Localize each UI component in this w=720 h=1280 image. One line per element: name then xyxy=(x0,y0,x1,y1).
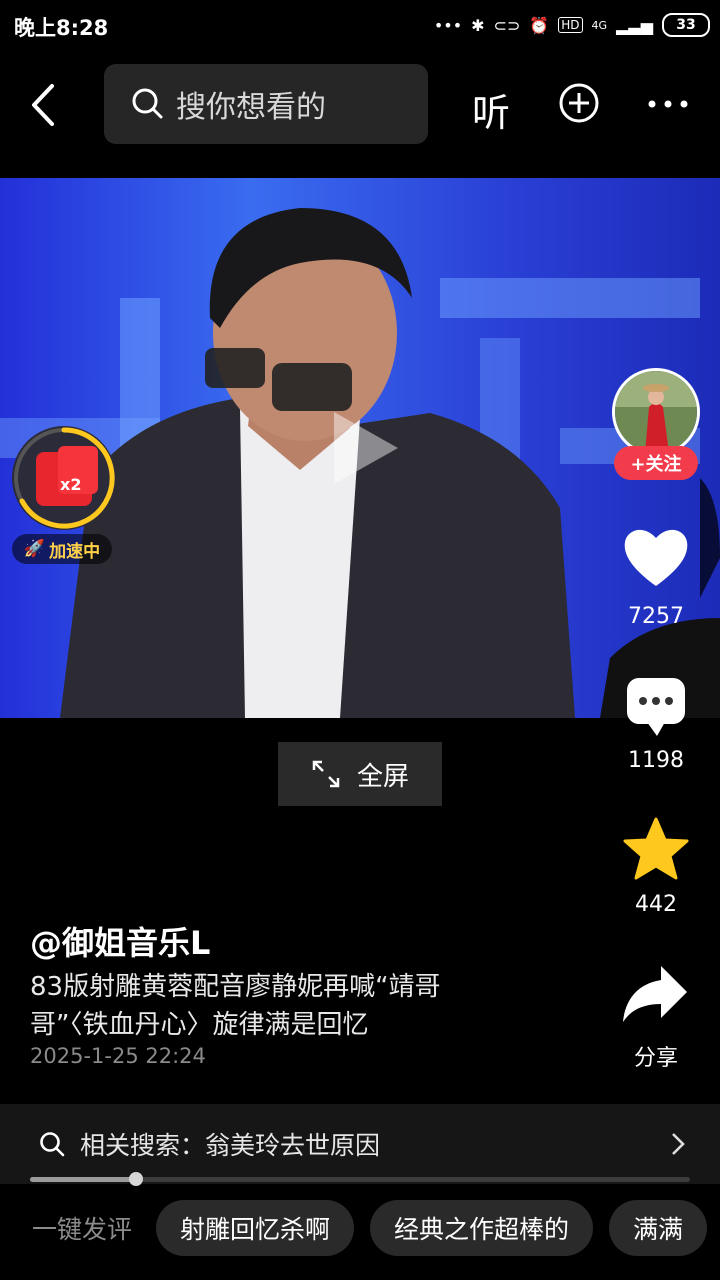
chevron-left-icon xyxy=(32,84,54,126)
search-placeholder: 搜你想看的 xyxy=(176,90,326,125)
signal-icon: 4G xyxy=(591,18,608,32)
comment-button[interactable] xyxy=(621,674,691,744)
speed-label: 加速中 xyxy=(49,541,101,562)
star-icon xyxy=(623,817,689,880)
heart-icon xyxy=(624,529,688,586)
author-avatar[interactable] xyxy=(612,368,700,456)
chevron-right-icon xyxy=(672,1133,685,1155)
dots-icon: ••• xyxy=(433,15,463,35)
fullscreen-label: 全屏 xyxy=(356,761,409,792)
search-box[interactable]: 搜你想看的 xyxy=(104,64,428,144)
red-packet-icon: x2 xyxy=(12,426,116,530)
favorite-button[interactable] xyxy=(621,816,691,882)
share-button[interactable] xyxy=(621,962,691,1026)
speed-badge[interactable]: x2 xyxy=(10,424,118,532)
add-button[interactable] xyxy=(558,82,600,124)
status-time: 晚上8:28 xyxy=(14,16,109,40)
like-count: 7257 xyxy=(628,604,684,629)
comment-icon xyxy=(627,678,685,736)
avatar-image xyxy=(615,371,697,453)
battery-level: 33 xyxy=(676,17,696,33)
alarm-icon: ⏰ xyxy=(529,15,550,35)
more-icon xyxy=(648,100,688,108)
progress-knob[interactable] xyxy=(128,1172,143,1186)
plus-circle-icon xyxy=(559,83,599,123)
back-button[interactable] xyxy=(24,80,68,130)
status-icons: ••• ✱ ⊂⊃ ⏰ HD 4G ▂▃▅ 33 xyxy=(434,10,710,40)
multiplier-text: x2 xyxy=(60,475,81,494)
quick-comment-label[interactable]: 一键发评 xyxy=(32,1210,132,1246)
more-button[interactable] xyxy=(646,96,690,112)
post-date: 2025-1-25 22:24 xyxy=(30,1044,206,1068)
share-icon xyxy=(623,966,687,1022)
related-search-text: 相关搜索：翁美玲去世原因 xyxy=(80,1131,381,1160)
bluetooth-icon: ✱ xyxy=(471,15,485,35)
quick-comment-chip[interactable]: 满满 xyxy=(609,1200,708,1256)
quick-comment-bar: 一键发评 射雕回忆杀啊 经典之作超棒的 满满 xyxy=(0,1196,720,1260)
expand-icon xyxy=(312,760,340,788)
rocket-icon: 🚀 xyxy=(23,539,46,559)
battery-icon: 33 xyxy=(662,13,710,37)
quick-comment-chip[interactable]: 经典之作超棒的 xyxy=(370,1200,594,1256)
related-search-bar[interactable]: 相关搜索：翁美玲去世原因 xyxy=(0,1104,720,1184)
hd-icon: HD xyxy=(558,17,583,33)
share-label: 分享 xyxy=(633,1046,678,1071)
follow-button[interactable]: +关注 xyxy=(614,446,698,480)
search-icon xyxy=(132,88,163,119)
video-description: 83版射雕黄蓉配音廖静妮再喊“靖哥哥”〈铁血丹心〉旋律满是回忆 xyxy=(30,972,441,1040)
search-icon xyxy=(40,1132,65,1157)
listen-button[interactable]: 听 xyxy=(472,82,510,137)
author-name[interactable]: @御姐音乐L xyxy=(30,918,210,964)
link-icon: ⊂⊃ xyxy=(493,15,521,35)
signal-bars-icon: ▂▃▅ xyxy=(616,15,653,35)
status-bar: 晚上8:28 ••• ✱ ⊂⊃ ⏰ HD 4G ▂▃▅ 33 xyxy=(0,0,720,52)
comment-count: 1198 xyxy=(628,748,684,773)
play-icon xyxy=(334,412,398,484)
speed-label-pill: 🚀 加速中 xyxy=(12,534,112,564)
quick-comment-chip[interactable]: 射雕回忆杀啊 xyxy=(156,1200,355,1256)
progress-fill xyxy=(30,1177,136,1182)
like-button[interactable] xyxy=(621,524,691,590)
favorite-count: 442 xyxy=(635,892,677,917)
fullscreen-button[interactable]: 全屏 xyxy=(278,742,442,806)
play-button[interactable] xyxy=(330,410,400,486)
